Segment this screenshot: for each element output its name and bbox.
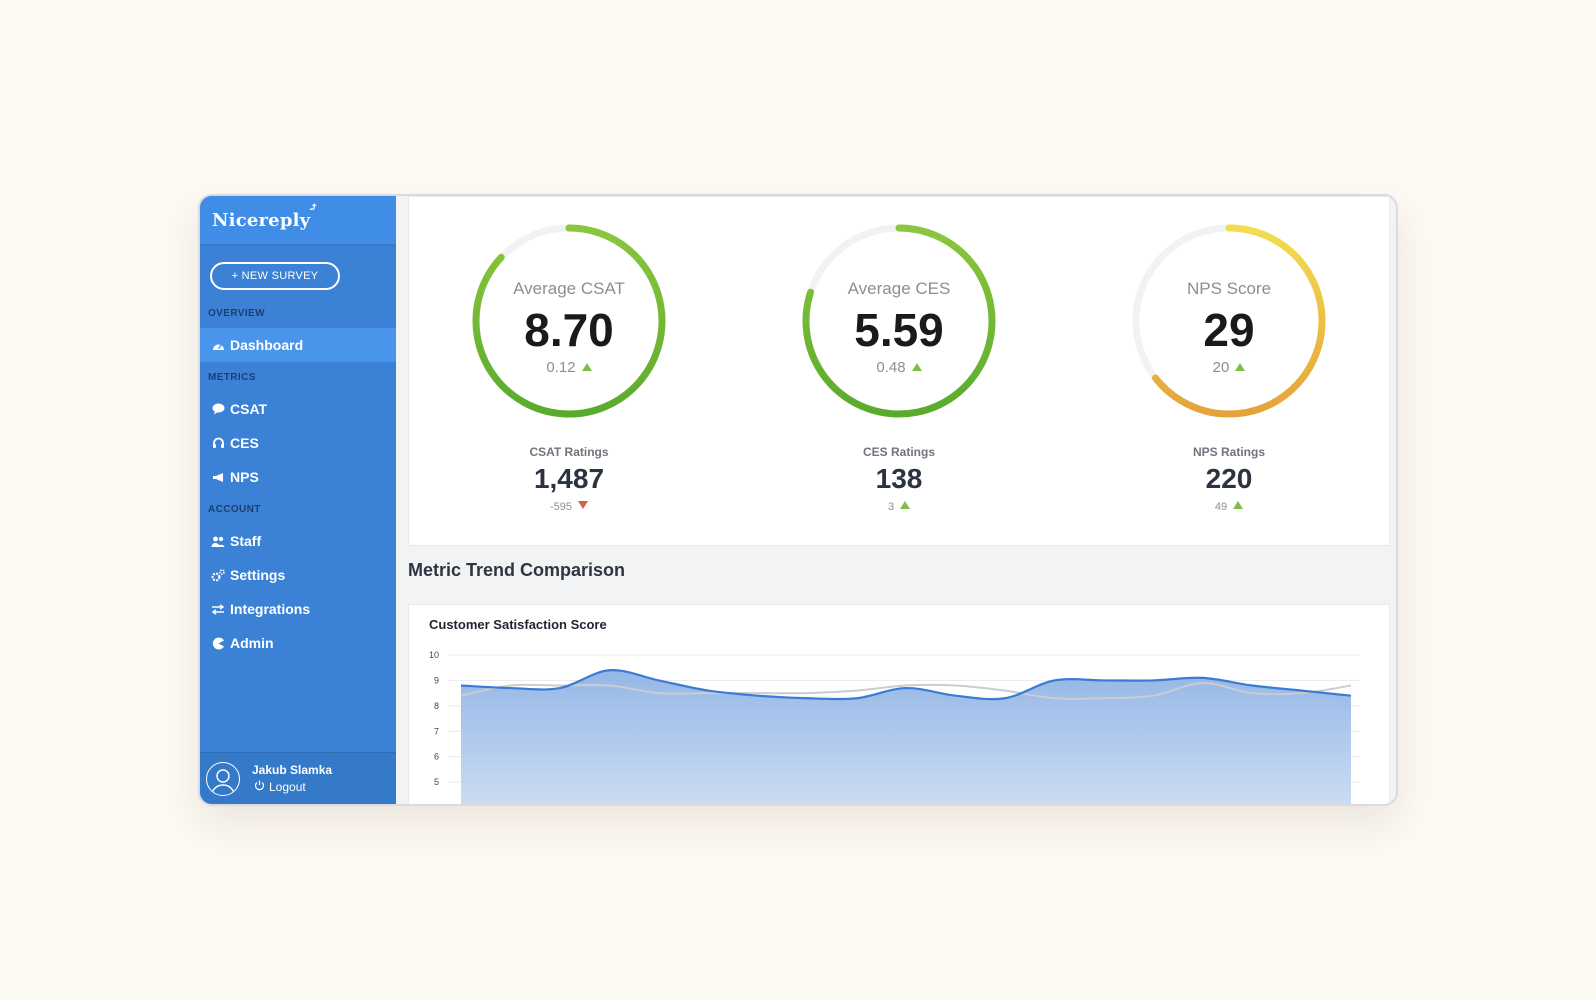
y-tick-label: 4 bbox=[434, 803, 439, 806]
gauge-delta: 0.12 bbox=[459, 359, 679, 376]
gauge-title: Average CES bbox=[847, 279, 951, 298]
nps-gauge: NPS Score 29 20 bbox=[1119, 211, 1339, 431]
trend-section-title: Metric Trend Comparison bbox=[408, 560, 626, 580]
y-tick-label: 9 bbox=[434, 675, 439, 685]
gauge-delta-value: 0.48 bbox=[876, 359, 906, 376]
ratings-delta: 49 bbox=[1119, 501, 1339, 513]
gauge-delta-value: 20 bbox=[1212, 359, 1230, 376]
ratings-value: 138 bbox=[875, 463, 923, 494]
ces-gauge: Average CES 5.59 0.48 bbox=[789, 211, 1009, 431]
sidebar-item-ces[interactable]: CES bbox=[200, 426, 396, 460]
ratings-label: CES Ratings bbox=[862, 445, 935, 459]
sidebar-item-label: CSAT bbox=[230, 401, 268, 417]
power-icon bbox=[254, 780, 265, 794]
sidebar-item-settings[interactable]: Settings bbox=[200, 558, 396, 592]
user-name: Jakub Slamka bbox=[252, 763, 333, 777]
arrow-up-icon bbox=[581, 363, 592, 371]
ratings-delta: -595 bbox=[459, 501, 679, 513]
sidebar-item-csat[interactable]: CSAT bbox=[200, 392, 396, 426]
logout-label: Logout bbox=[269, 780, 306, 794]
ratings-label: NPS Ratings bbox=[1192, 445, 1265, 459]
sidebar-item-nps[interactable]: NPS bbox=[200, 460, 396, 494]
users-icon bbox=[210, 536, 226, 547]
gauge-value: 5.59 bbox=[854, 304, 944, 356]
avatar[interactable] bbox=[206, 761, 240, 796]
main-content: Average CSAT 8.70 0.12 CSAT Ratings 1,48… bbox=[396, 196, 1396, 804]
headset-icon bbox=[210, 437, 226, 449]
user-bar: Jakub Slamka Logout bbox=[200, 752, 396, 804]
sidebar-item-label: CES bbox=[230, 435, 259, 451]
ratings-value: 220 bbox=[1205, 463, 1253, 494]
sidebar-item-label: Dashboard bbox=[230, 337, 304, 353]
arrow-up-icon bbox=[911, 363, 922, 371]
gear-icon bbox=[210, 568, 226, 582]
gauge-delta-value: 0.12 bbox=[546, 359, 576, 376]
kpi-card: Average CSAT 8.70 0.12 CSAT Ratings 1,48… bbox=[408, 196, 1390, 546]
trend-chart[interactable]: 109876543 bbox=[409, 605, 1390, 806]
brand-logo[interactable]: Nicereply ⤴ bbox=[212, 200, 318, 231]
speech-bubble-icon bbox=[210, 403, 226, 415]
gauge-title: NPS Score bbox=[1186, 279, 1272, 298]
section-label-metrics: METRICS bbox=[208, 372, 256, 383]
y-tick-label: 10 bbox=[429, 650, 439, 660]
sidebar-item-label: Admin bbox=[230, 635, 274, 651]
ratings-value: 1,487 bbox=[533, 463, 605, 494]
arrow-down-icon bbox=[578, 501, 589, 509]
gauge-value: 29 bbox=[1203, 304, 1255, 356]
sidebar-item-label: Settings bbox=[230, 567, 286, 583]
arrow-up-icon bbox=[1235, 363, 1246, 371]
sidebar-item-label: Staff bbox=[230, 533, 262, 549]
new-survey-button[interactable]: + NEW SURVEY bbox=[210, 262, 340, 290]
brand-header: Nicereply ⤴ bbox=[200, 196, 396, 244]
ratings-delta: 3 bbox=[789, 501, 1009, 513]
sidebar-item-label: NPS bbox=[230, 469, 259, 485]
kpi-nps: NPS Score 29 20 NPS Ratings 220 49 bbox=[1119, 197, 1339, 513]
sidebar-item-dashboard[interactable]: Dashboard bbox=[200, 328, 396, 362]
gauge-delta: 0.48 bbox=[789, 359, 1009, 376]
gauge-title: Average CSAT bbox=[513, 279, 625, 298]
brand-name: Nicereply bbox=[212, 209, 311, 231]
sidebar-item-staff[interactable]: Staff bbox=[200, 524, 396, 558]
logout-link[interactable]: Logout bbox=[252, 780, 332, 794]
y-tick-label: 5 bbox=[434, 777, 439, 787]
section-label-overview: OVERVIEW bbox=[208, 308, 265, 319]
y-tick-label: 7 bbox=[434, 726, 439, 736]
sidebar-item-label: Integrations bbox=[230, 601, 311, 617]
ratings-delta-value: 3 bbox=[887, 501, 895, 513]
sidebar: Nicereply ⤴ + NEW SURVEY OVERVIEW Dashbo… bbox=[200, 196, 396, 804]
csat-gauge: Average CSAT 8.70 0.12 bbox=[459, 211, 679, 431]
logo-swirl-icon: ⤴ bbox=[308, 199, 319, 214]
kpi-ces: Average CES 5.59 0.48 CES Ratings 138 3 bbox=[789, 197, 1009, 513]
exchange-arrows-icon bbox=[210, 603, 226, 615]
gauge-delta: 20 bbox=[1119, 359, 1339, 376]
ratings-label: CSAT Ratings bbox=[529, 445, 609, 459]
arrow-up-icon bbox=[1233, 501, 1244, 509]
app-window: Nicereply ⤴ + NEW SURVEY OVERVIEW Dashbo… bbox=[198, 194, 1398, 806]
kpi-csat: Average CSAT 8.70 0.12 CSAT Ratings 1,48… bbox=[459, 197, 679, 513]
megaphone-icon bbox=[210, 472, 226, 483]
pie-icon bbox=[210, 637, 226, 650]
arrow-up-icon bbox=[900, 501, 911, 509]
sidebar-item-integrations[interactable]: Integrations bbox=[200, 592, 396, 626]
ratings-delta-value: -595 bbox=[549, 501, 573, 513]
series-area-main bbox=[461, 670, 1351, 804]
sidebar-item-admin[interactable]: Admin bbox=[200, 626, 396, 660]
ratings-delta-value: 49 bbox=[1214, 501, 1228, 513]
gauge-value: 8.70 bbox=[524, 304, 614, 356]
y-tick-label: 6 bbox=[434, 752, 439, 762]
section-label-account: ACCOUNT bbox=[208, 504, 261, 515]
dashboard-icon bbox=[210, 340, 226, 351]
trend-chart-card: Customer Satisfaction Score 109876543 bbox=[408, 604, 1390, 806]
y-tick-label: 8 bbox=[434, 701, 439, 711]
